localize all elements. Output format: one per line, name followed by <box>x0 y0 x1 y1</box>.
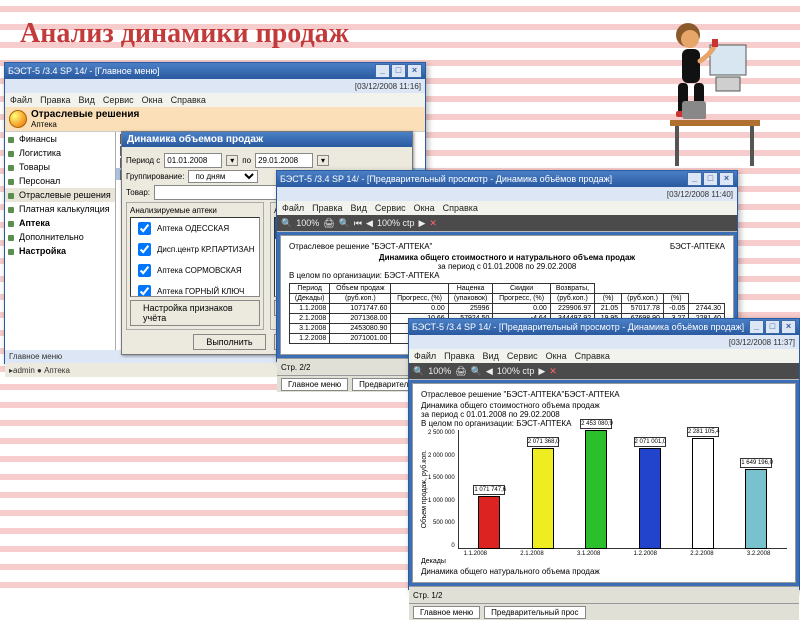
min-button[interactable]: _ <box>687 172 702 186</box>
menu-item[interactable]: Сервис <box>375 203 406 213</box>
titlebar[interactable]: БЭСТ-5 /3.4 SP 14/ - [Предварительный пр… <box>409 319 799 335</box>
bar-chart: Объем продаж, руб.коп. 2 500 0002 000 00… <box>421 430 787 565</box>
menubar[interactable]: Файл Правка Вид Сервис Окна Справка <box>5 93 425 107</box>
org-banner: Отраслевые решения Аптека <box>5 107 425 132</box>
tab-main[interactable]: Главное меню <box>281 378 348 391</box>
max-button[interactable]: □ <box>391 64 406 78</box>
dialog-title[interactable]: Динамика объемов продаж <box>122 132 412 147</box>
org-title: Отраслевые решения <box>31 109 139 120</box>
close-button[interactable]: × <box>719 172 734 186</box>
menu-item[interactable]: Окна <box>546 351 567 361</box>
menu-item[interactable]: Окна <box>142 95 163 105</box>
menu-item[interactable]: Справка <box>171 95 206 105</box>
calendar-icon[interactable]: ▾ <box>317 155 329 166</box>
menu-item[interactable]: Файл <box>282 203 304 213</box>
find-icon[interactable]: 🔍 <box>471 366 482 377</box>
report-page: Отраслевое решение "БЭСТ-АПТЕКА"БЭСТ-АПТ… <box>412 383 796 583</box>
preview-chart-window: БЭСТ-5 /3.4 SP 14/ - [Предварительный пр… <box>408 318 800 590</box>
min-button[interactable]: _ <box>749 320 764 334</box>
list-item[interactable]: Аптека СОРМОВСКАЯ <box>131 260 259 281</box>
print-icon[interactable]: 🖨 <box>323 218 334 229</box>
page-indicator: Стр. 1/2 <box>413 591 442 600</box>
menu-item[interactable]: Сервис <box>103 95 134 105</box>
menu-item[interactable]: Правка <box>312 203 342 213</box>
nav-item[interactable]: Финансы <box>5 132 115 146</box>
calendar-icon[interactable]: ▾ <box>226 155 238 166</box>
list-item[interactable]: Аптека ОДЕССКАЯ <box>131 218 259 239</box>
nav-item[interactable]: Отраслевые решения <box>5 188 115 202</box>
menu-item[interactable]: Правка <box>40 95 70 105</box>
preview-toolbar[interactable]: 🔍100% 🖨 🔍 ⏮ ◀ 100% ctp ▶ ✕ <box>277 215 737 232</box>
nav-item[interactable]: Товары <box>5 160 115 174</box>
close-button[interactable]: × <box>407 64 422 78</box>
list-item[interactable]: Аптека ГОРНЫЙ КЛЮЧ <box>131 281 259 297</box>
nav-tree[interactable]: ФинансыЛогистикаТоварыПерсоналОтраслевые… <box>5 132 116 350</box>
nav-prev-icon[interactable]: ◀ <box>486 366 493 377</box>
zoom-dropdown[interactable]: 🔍 <box>281 218 292 229</box>
menu-item[interactable]: Вид <box>351 203 367 213</box>
titlebar[interactable]: БЭСТ-5 /3.4 SP 14/ - [Главное меню] _ □ … <box>5 63 425 79</box>
nav-item[interactable]: Дополнительно <box>5 230 115 244</box>
org-icon <box>9 110 27 128</box>
min-button[interactable]: _ <box>375 64 390 78</box>
max-button[interactable]: □ <box>703 172 718 186</box>
menu-item[interactable]: Файл <box>414 351 436 361</box>
menu-item[interactable]: Вид <box>483 351 499 361</box>
execute-button[interactable]: Выполнить <box>193 334 265 350</box>
menu-item[interactable]: Правка <box>444 351 474 361</box>
print-icon[interactable]: 🖨 <box>455 366 466 377</box>
date-row: [03/12/2008 11:16] <box>5 79 425 93</box>
nav-item[interactable]: Настройка <box>5 244 115 258</box>
nav-prev-icon[interactable]: ◀ <box>366 218 373 229</box>
close-button[interactable]: × <box>781 320 796 334</box>
chart-bar: 2 281 105,4 <box>692 438 714 549</box>
nav-item[interactable]: Аптека <box>5 216 115 230</box>
menu-item[interactable]: Окна <box>414 203 435 213</box>
page-title: Анализ динамики продаж <box>20 18 349 50</box>
menubar[interactable]: Файл Правка Вид Сервис Окна Справка <box>277 201 737 215</box>
status-left: Главное меню <box>9 352 62 361</box>
nav-next-icon[interactable]: ▶ <box>538 366 545 377</box>
menubar[interactable]: Файл Правка Вид Сервис Окна Справка <box>409 349 799 363</box>
nav-next-icon[interactable]: ▶ <box>418 218 425 229</box>
nav-item[interactable]: Персонал <box>5 174 115 188</box>
menu-item[interactable]: Вид <box>79 95 95 105</box>
window-title: БЭСТ-5 /3.4 SP 14/ - [Главное меню] <box>8 66 160 76</box>
chart-bar: 2 071 368,0 <box>532 448 554 549</box>
grouping-select[interactable]: по дням <box>188 170 258 183</box>
preview-toolbar[interactable]: 🔍100% 🖨 🔍 ◀ 100% ctp ▶ ✕ <box>409 363 799 380</box>
period-to-input[interactable] <box>255 153 313 168</box>
max-button[interactable]: □ <box>765 320 780 334</box>
zoom-dropdown[interactable]: 🔍 <box>413 366 424 377</box>
close-preview-icon[interactable]: ✕ <box>549 366 557 377</box>
menu-item[interactable]: Файл <box>10 95 32 105</box>
tab-main[interactable]: Главное меню <box>413 606 480 619</box>
chart-bar: 1 071 747,6 <box>478 496 500 549</box>
close-preview-icon[interactable]: ✕ <box>429 218 437 229</box>
chart-bar: 2 453 080,9 <box>585 430 607 549</box>
pharmacies-list[interactable]: Аптека ОДЕССКАЯДисп.центр КР.ПАРТИЗАНАпт… <box>130 217 260 297</box>
page-indicator: Стр. 2/2 <box>281 363 310 372</box>
clipart-woman <box>620 5 770 175</box>
nav-first-icon[interactable]: ⏮ <box>354 218 362 229</box>
find-icon[interactable]: 🔍 <box>339 218 350 229</box>
list-item[interactable]: Дисп.центр КР.ПАРТИЗАН <box>131 239 259 260</box>
nav-item[interactable]: Логистика <box>5 146 115 160</box>
settings-button[interactable]: Настройка признаков учёта <box>130 300 260 326</box>
nav-item[interactable]: Платная калькуляция <box>5 202 115 216</box>
menu-item[interactable]: Справка <box>575 351 610 361</box>
menu-item[interactable]: Справка <box>443 203 478 213</box>
menu-item[interactable]: Сервис <box>507 351 538 361</box>
titlebar[interactable]: БЭСТ-5 /3.4 SP 14/ - [Предварительный пр… <box>277 171 737 187</box>
tab-preview[interactable]: Предварительный прос <box>484 606 585 619</box>
period-from-input[interactable] <box>164 153 222 168</box>
chart-bar: 1 649 196,0 <box>745 469 767 550</box>
chart-bar: 2 071 001,0 <box>639 448 661 549</box>
